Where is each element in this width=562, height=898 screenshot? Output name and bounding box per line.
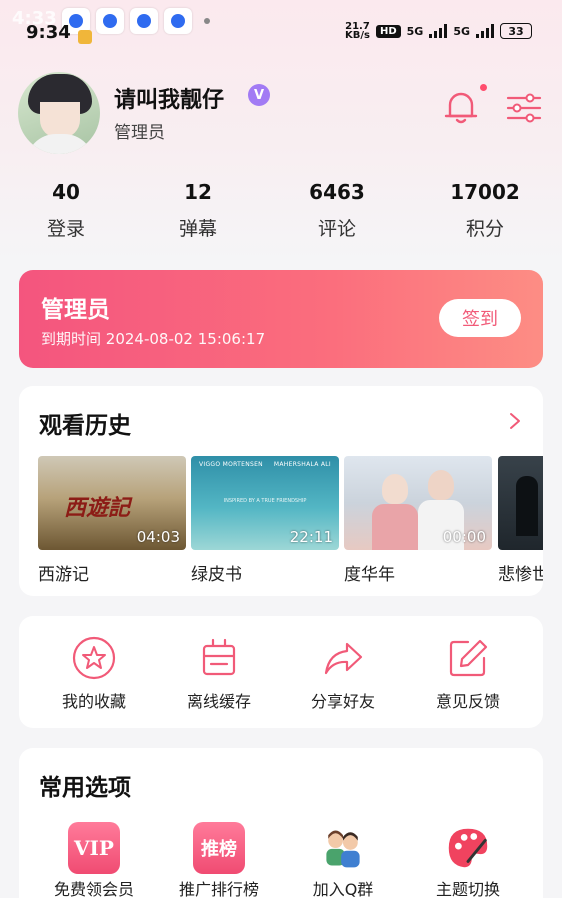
ranking-icon: 推榜: [193, 822, 245, 874]
share-icon: [324, 642, 363, 675]
baidu-icon: [96, 8, 124, 34]
hd-icon: HD: [375, 24, 401, 38]
app-badge-icon: [78, 30, 92, 44]
history-item[interactable]: 悲惨世界: [498, 456, 543, 585]
membership-card: 管理员 到期时间 2024-08-02 15:06:17 签到: [19, 270, 543, 368]
edit-icon: [449, 639, 488, 677]
status-bar: 4:33 9:34 21.7 KB/s HD 5G 5G 33: [0, 0, 562, 52]
baidu-icon: [164, 8, 192, 34]
stat-comments[interactable]: 6463 评论: [282, 180, 392, 241]
video-title: 绿皮书: [191, 565, 242, 585]
signin-button[interactable]: 签到: [439, 299, 521, 337]
stat-points[interactable]: 17002 积分: [430, 180, 540, 241]
history-list: 西遊記 04:03 西游记 VIGGO MORTENSEN MAHERSHALA …: [38, 456, 543, 586]
chevron-right-icon[interactable]: [509, 412, 521, 430]
stat-login[interactable]: 40 登录: [11, 180, 121, 241]
history-item[interactable]: 西遊記 04:03 西游记: [38, 456, 186, 585]
video-thumbnail: 00:00: [344, 456, 492, 550]
settings-sliders-icon[interactable]: [506, 92, 542, 124]
favorites-button[interactable]: 我的收藏: [39, 616, 149, 728]
feedback-button[interactable]: 意见反馈: [413, 616, 523, 728]
signal-bars-icon: [429, 24, 448, 38]
signal-label: 5G: [406, 24, 424, 38]
star-icon: [72, 636, 116, 680]
verified-badge-icon: V: [248, 84, 270, 106]
net-speed: 21.7 KB/s: [344, 21, 370, 41]
history-item[interactable]: 00:00 度华年: [344, 456, 492, 585]
notification-dot: [480, 84, 487, 91]
watch-history-title: 观看历史: [39, 413, 131, 439]
group-icon: [317, 822, 369, 874]
common-options-card: 常用选项 VIP 免费领会员 推榜 推广排行榜 加入Q群 主题切换: [19, 748, 543, 898]
membership-expiry: 到期时间 2024-08-02 15:06:17: [41, 330, 266, 348]
palette-icon: [442, 822, 494, 874]
vip-icon: VIP: [68, 822, 120, 874]
watch-history-card: 观看历史 西遊記 04:03 西游记 VIGGO MORTENSEN MAHERS…: [19, 386, 543, 596]
battery-icon: 33: [500, 23, 532, 39]
avatar[interactable]: [18, 72, 100, 154]
video-thumbnail: VIGGO MORTENSEN MAHERSHALA ALI INSPIRED B…: [191, 456, 339, 550]
video-title: 度华年: [344, 565, 395, 585]
user-stats: 40 登录 12 弹幕 6463 评论 17002 积分: [0, 180, 562, 242]
video-thumbnail: [498, 456, 543, 550]
stat-danmaku[interactable]: 12 弹幕: [143, 180, 253, 241]
more-dot-icon: [204, 18, 210, 24]
signal-label: 5G: [453, 24, 470, 38]
history-item[interactable]: VIGGO MORTENSEN MAHERSHALA ALI INSPIRED B…: [191, 456, 339, 585]
video-title: 西游记: [38, 565, 89, 585]
bell-icon[interactable]: [444, 88, 478, 126]
quick-actions-card: 我的收藏 离线缓存 分享好友 意见反馈: [19, 616, 543, 728]
username: 请叫我靓仔: [114, 88, 225, 113]
membership-title: 管理员: [41, 297, 110, 323]
video-duration: 04:03: [136, 528, 180, 546]
video-duration: 00:00: [442, 528, 486, 546]
common-options-title: 常用选项: [39, 775, 131, 801]
status-time: 9:34: [26, 22, 71, 43]
download-box-icon: [202, 638, 236, 676]
status-right: 21.7 KB/s HD 5G 5G 33: [344, 21, 532, 41]
user-role: 管理员: [114, 123, 165, 143]
signal-bars-icon: [476, 24, 494, 38]
video-thumbnail: 西遊記 04:03: [38, 456, 186, 550]
baidu-icon: [130, 8, 158, 34]
share-friends-button[interactable]: 分享好友: [288, 616, 398, 728]
offline-cache-button[interactable]: 离线缓存: [164, 616, 274, 728]
video-title: 悲惨世界: [498, 565, 543, 585]
video-duration: 22:11: [289, 528, 333, 546]
